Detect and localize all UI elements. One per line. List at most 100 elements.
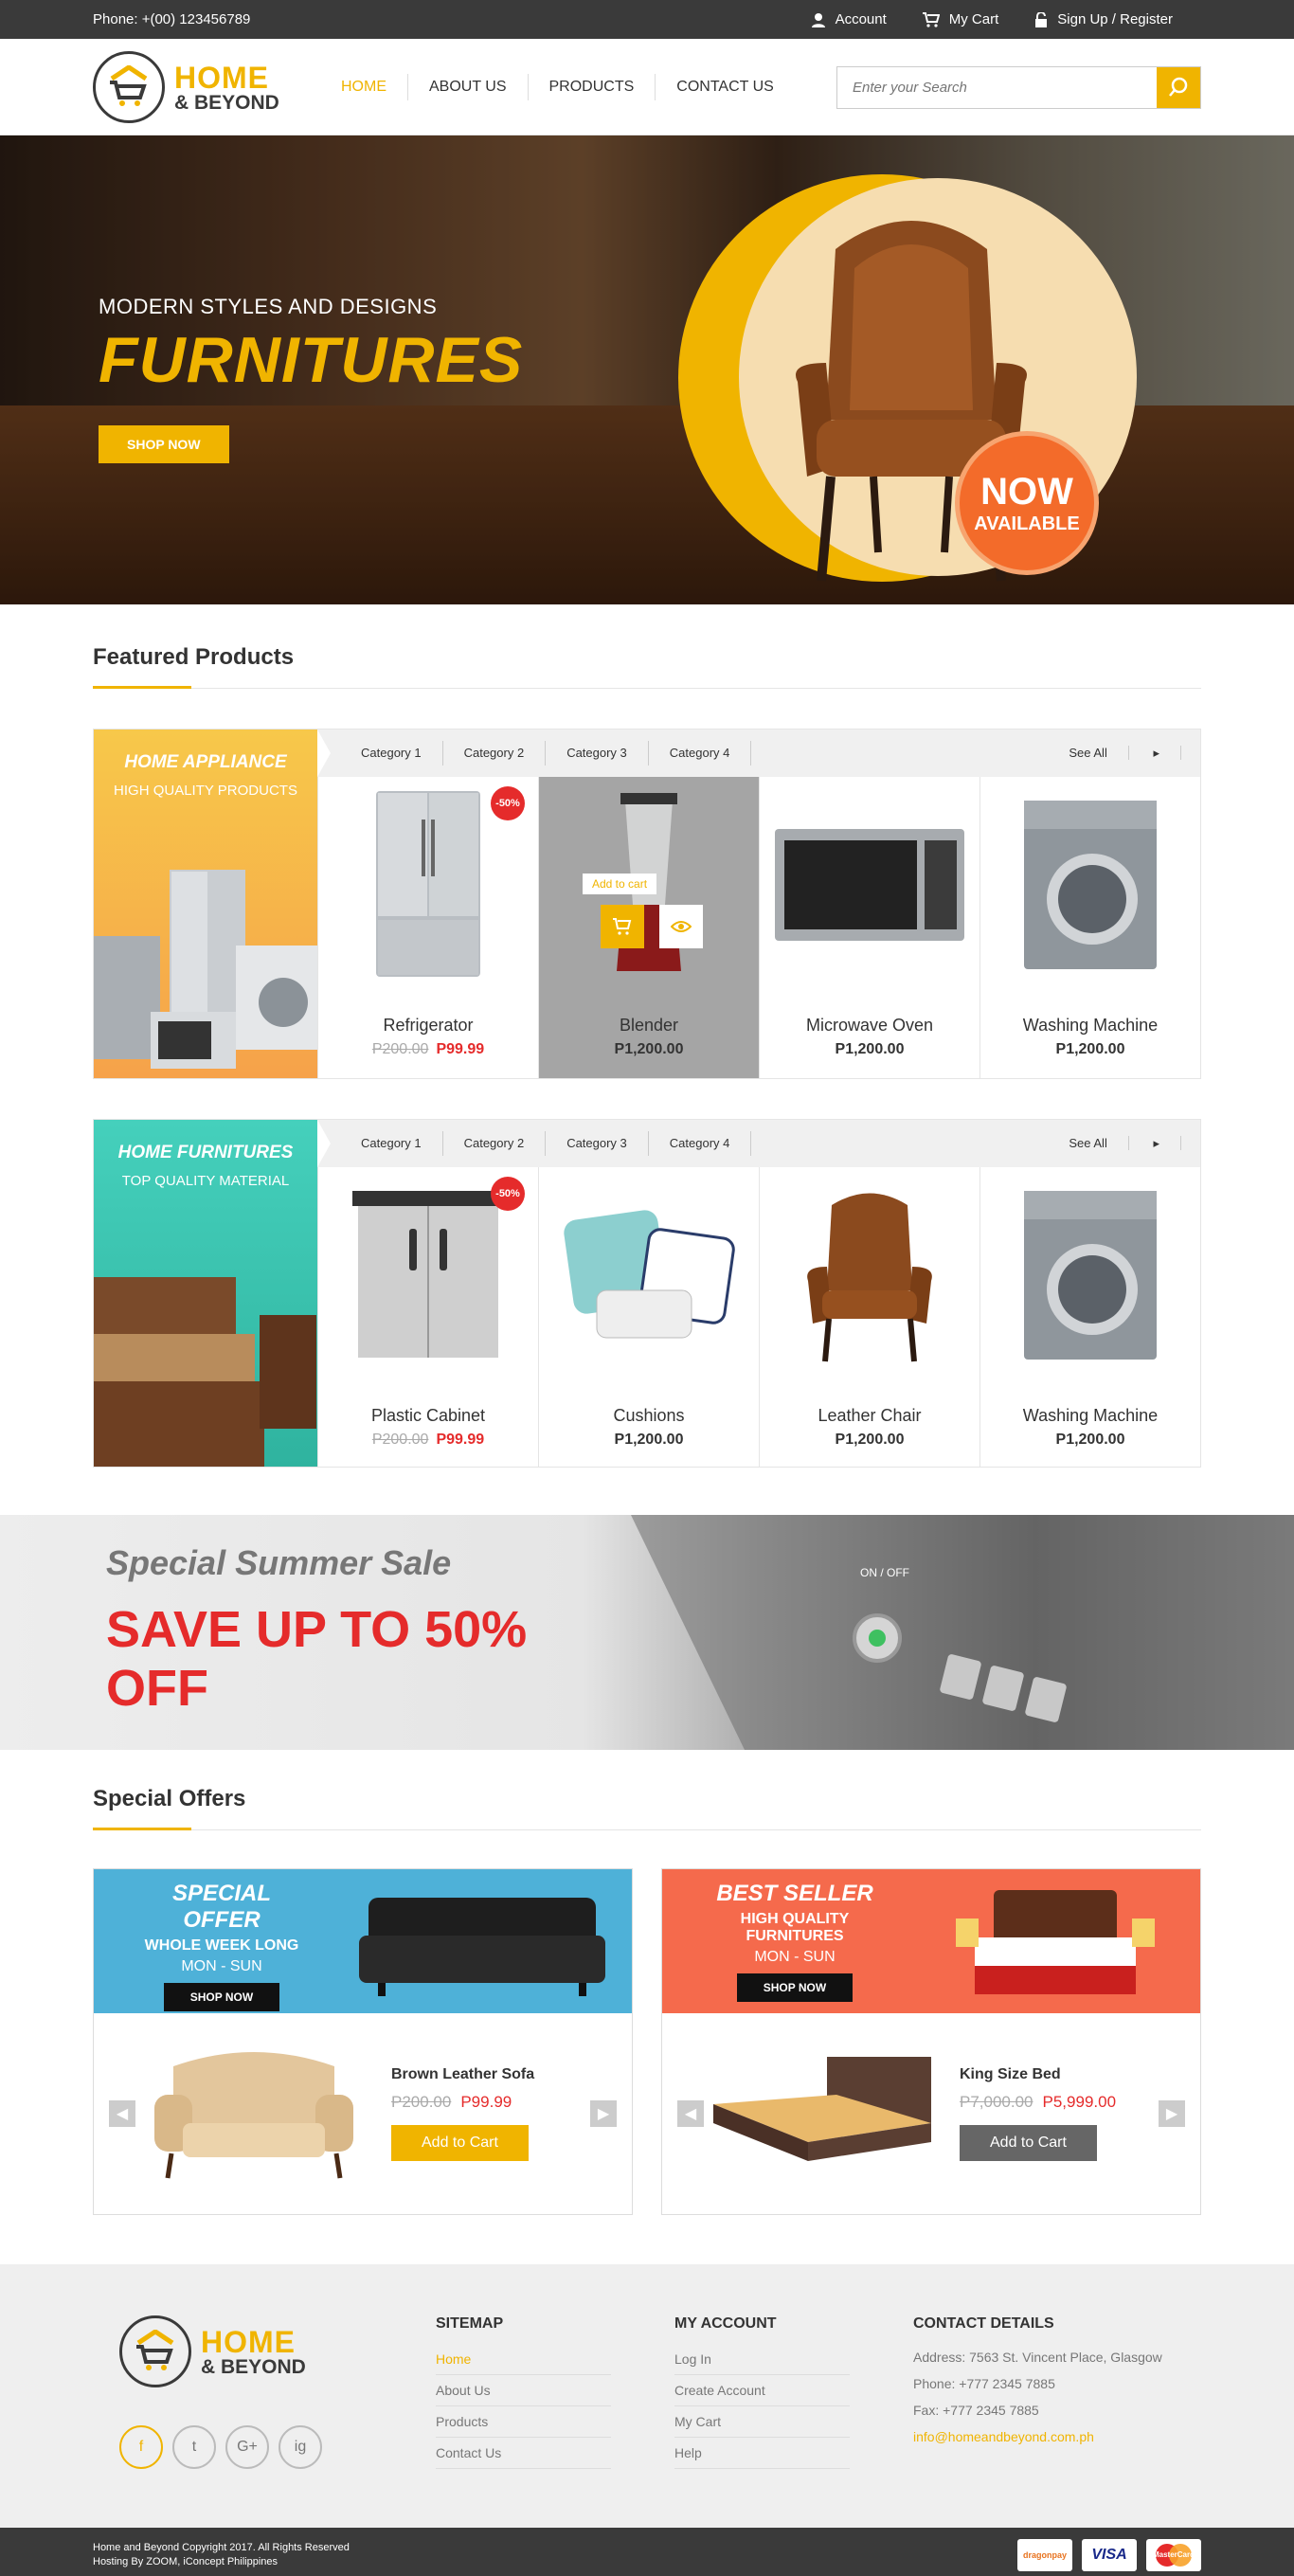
tab-category-4[interactable]: Category 4 [649, 741, 752, 766]
product-price: P1,200.00 [1055, 1432, 1125, 1448]
offer-shop-now-button[interactable]: SHOP NOW [736, 1973, 854, 2002]
footer-link-create-account[interactable]: Create Account [674, 2375, 850, 2406]
product-card[interactable]: Cushions P1,200.00 [538, 1167, 759, 1467]
special-offer-banner[interactable]: SPECIAL OFFER WHOLE WEEK LONG MON - SUN … [94, 1869, 632, 2013]
nav-products[interactable]: PRODUCTS [529, 74, 656, 100]
prev-arrow-button[interactable]: ◀ [109, 2100, 135, 2127]
header: HOME & BEYOND HOME ABOUT US PRODUCTS CON… [0, 39, 1294, 135]
furniture-banner[interactable]: HOME FURNITURES TOP QUALITY MATERIAL [94, 1120, 317, 1467]
appliance-row: HOME APPLIANCE HIGH QUALITY PRODUCTS Cat… [93, 729, 1201, 1079]
logo[interactable]: HOME & BEYOND [93, 51, 292, 123]
appliance-category-tabs: Category 1 Category 2 Category 3 Categor… [317, 730, 1200, 777]
tab-category-4[interactable]: Category 4 [649, 1131, 752, 1156]
see-all-link[interactable]: See All ▸ [1004, 741, 1200, 766]
sale-subtitle: Special Summer Sale [106, 1543, 452, 1582]
product-price: P1,200.00 [1055, 1041, 1125, 1057]
sale-price: P99.99 [460, 2093, 512, 2111]
add-to-cart-button[interactable] [601, 905, 644, 948]
footer-link-my-cart[interactable]: My Cart [674, 2406, 850, 2438]
footer-link-home[interactable]: Home [436, 2344, 611, 2375]
footer: HOME & BEYOND f t G+ ig SITEMAP Home Abo… [0, 2264, 1294, 2528]
tab-category-2[interactable]: Category 2 [443, 1131, 547, 1156]
nav-contact[interactable]: CONTACT US [656, 74, 795, 100]
refrigerator-image [376, 791, 480, 977]
product-price: P1,200.00 [835, 1432, 905, 1448]
furniture-row: HOME FURNITURES TOP QUALITY MATERIAL Cat… [93, 1119, 1201, 1468]
furniture-category-tabs: Category 1 Category 2 Category 3 Categor… [317, 1120, 1200, 1167]
next-arrow-button[interactable]: ▶ [1159, 2100, 1185, 2127]
add-to-cart-tooltip: Add to cart [583, 874, 657, 894]
now-badge-line1: NOW [980, 471, 1073, 513]
chevron-right-icon: ▶ [597, 2106, 610, 2122]
footer-link-about[interactable]: About Us [436, 2375, 611, 2406]
sale-headline-line1: SAVE UP TO 50% [106, 1601, 528, 1658]
nav-home[interactable]: HOME [320, 74, 408, 100]
tab-category-3[interactable]: Category 3 [546, 1131, 649, 1156]
offer-shop-now-button[interactable]: SHOP NOW [163, 1983, 280, 2011]
tab-category-2[interactable]: Category 2 [443, 741, 547, 766]
product-card[interactable]: Washing Machine P1,200.00 [979, 777, 1200, 1078]
top-bar: Phone: +(00) 123456789 Account My Cart S… [0, 0, 1294, 39]
featured-title: Featured Products [93, 644, 1201, 689]
brown-sofa-image [154, 2052, 353, 2179]
signup-link[interactable]: Sign Up / Register [1034, 11, 1173, 27]
main-nav: HOME ABOUT US PRODUCTS CONTACT US [320, 74, 795, 100]
product-card[interactable]: Washing Machine P1,200.00 [979, 1167, 1200, 1467]
king-size-bed-image [713, 2057, 931, 2161]
prev-arrow-button[interactable]: ◀ [677, 2100, 704, 2127]
cart-icon [922, 11, 940, 27]
footer-link-help[interactable]: Help [674, 2438, 850, 2469]
discount-badge: -50% [491, 1177, 525, 1211]
account-label: Account [835, 11, 887, 27]
footer-link-login[interactable]: Log In [674, 2344, 850, 2375]
offer-product-name: Brown Leather Sofa [391, 2066, 535, 2082]
add-to-cart-button[interactable]: Add to Cart [391, 2125, 529, 2161]
add-to-cart-button[interactable]: Add to Cart [960, 2125, 1097, 2161]
product-card[interactable]: Microwave Oven P1,200.00 [759, 777, 979, 1078]
caret-right-icon: ▸ [1132, 1136, 1181, 1150]
product-card[interactable]: -50% Refrigerator P200.00 P99.99 [317, 777, 538, 1078]
instagram-icon[interactable]: ig [279, 2425, 322, 2469]
furniture-banner-subtitle: TOP QUALITY MATERIAL [121, 1173, 290, 1189]
product-name: Washing Machine [1022, 1406, 1159, 1425]
cart-link[interactable]: My Cart [922, 11, 998, 27]
tab-category-3[interactable]: Category 3 [546, 741, 649, 766]
quick-view-button[interactable] [659, 905, 703, 948]
tab-category-1[interactable]: Category 1 [340, 741, 443, 766]
search-input[interactable] [837, 66, 1157, 108]
twitter-icon[interactable]: t [172, 2425, 216, 2469]
google-plus-icon[interactable]: G+ [225, 2425, 269, 2469]
see-all-link[interactable]: See All ▸ [1004, 1131, 1200, 1156]
user-icon [811, 12, 825, 27]
product-card[interactable]: Leather Chair P1,200.00 [759, 1167, 979, 1467]
product-card[interactable]: Add to cart Blender P1,200.00 [538, 777, 759, 1078]
visa-logo: VISA [1082, 2538, 1137, 2571]
facebook-icon[interactable]: f [119, 2425, 163, 2469]
logo-line2: & BEYOND [174, 91, 279, 114]
search-button[interactable] [1157, 66, 1200, 108]
bedroom-image [94, 1277, 316, 1467]
product-name: Microwave Oven [805, 1016, 934, 1035]
offer-banner-line2: WHOLE WEEK LONG [144, 1937, 299, 1954]
tab-category-1[interactable]: Category 1 [340, 1131, 443, 1156]
hero-shop-now-button[interactable]: SHOP NOW [99, 425, 229, 463]
footer-link-contact[interactable]: Contact Us [436, 2438, 611, 2469]
contact-email-link[interactable]: info@homeandbeyond.com.ph [913, 2423, 1197, 2450]
summer-sale-banner[interactable]: ON / OFF Special Summer Sale SAVE UP TO … [0, 1515, 1294, 1750]
sale-price: P5,999.00 [1042, 2093, 1117, 2111]
offer-banner-title: SPECIAL OFFER [171, 1881, 271, 1933]
nav-about[interactable]: ABOUT US [408, 74, 529, 100]
hosting-text: Hosting By ZOOM, iConcept Philippines [93, 2556, 279, 2567]
product-name: Refrigerator [383, 1016, 474, 1035]
product-price: P1,200.00 [614, 1432, 684, 1448]
footer-link-products[interactable]: Products [436, 2406, 611, 2438]
footer-logo[interactable]: HOME & BEYOND [119, 2315, 318, 2387]
account-link[interactable]: Account [811, 11, 887, 27]
appliance-banner-title: HOME APPLIANCE [124, 752, 287, 772]
offer-banner-line3: MON - SUN [181, 1958, 262, 1974]
next-arrow-button[interactable]: ▶ [590, 2100, 617, 2127]
best-seller-banner[interactable]: BEST SELLER HIGH QUALITY FURNITURES MON … [662, 1869, 1200, 2013]
sale-price: P99.99 [436, 1432, 485, 1448]
product-card[interactable]: -50% Plastic Cabinet P200.00 P99.99 [317, 1167, 538, 1467]
appliance-banner[interactable]: HOME APPLIANCE HIGH QUALITY PRODUCTS [94, 730, 317, 1078]
